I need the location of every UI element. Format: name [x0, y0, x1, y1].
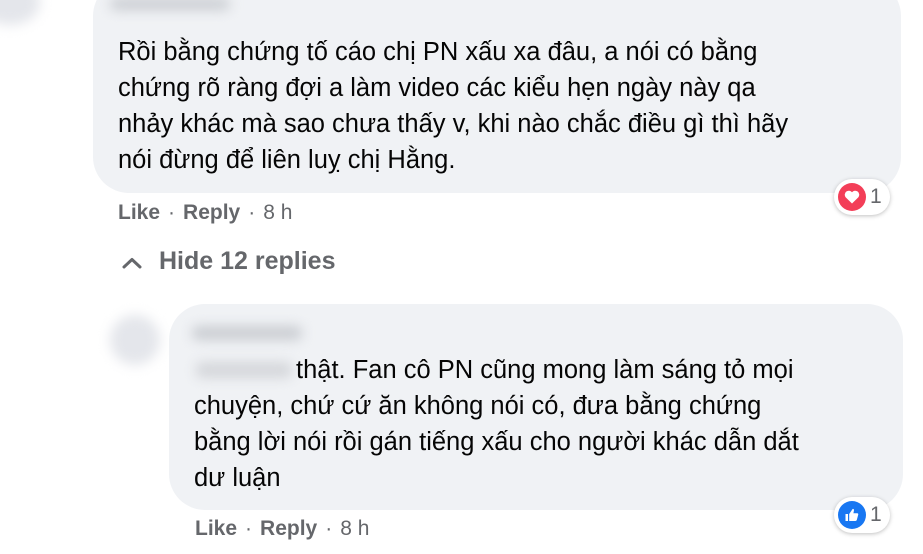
avatar[interactable] [110, 315, 160, 365]
reaction-count: 1 [870, 503, 882, 526]
reaction-summary[interactable]: 1 [834, 497, 890, 533]
timestamp[interactable]: 8 h [340, 517, 369, 541]
reply-text: thật. Fan cô PN cũng mong làm sáng tỏ mọ… [194, 356, 799, 492]
like-thumb-icon [838, 501, 866, 529]
separator-dot: · [248, 201, 256, 224]
blurred-author-name [110, 0, 230, 10]
like-button[interactable]: Like [118, 201, 160, 225]
separator-dot: · [245, 517, 253, 540]
reply-actions: Like · Reply · 8 h [195, 517, 369, 541]
hide-replies-label: Hide 12 replies [159, 247, 336, 275]
separator-dot: · [325, 517, 333, 540]
reaction-count: 1 [870, 185, 882, 208]
blurred-author-name [192, 326, 302, 340]
hide-replies-link[interactable]: Hide 12 replies [121, 246, 335, 277]
reply-button[interactable]: Reply [183, 201, 240, 225]
comment-actions: Like · Reply · 8 h [118, 201, 292, 225]
like-button[interactable]: Like [195, 517, 237, 541]
reply-button[interactable]: Reply [260, 517, 317, 541]
timestamp[interactable]: 8 h [263, 201, 292, 225]
comment-text: Rồi bằng chứng tố cáo chị PN xấu xa đâu,… [118, 38, 789, 174]
separator-dot: · [168, 201, 176, 224]
cropped-avatar [0, 0, 40, 25]
reaction-summary[interactable]: 1 [834, 179, 890, 215]
chevron-up-icon [121, 248, 143, 277]
love-icon [838, 183, 866, 211]
